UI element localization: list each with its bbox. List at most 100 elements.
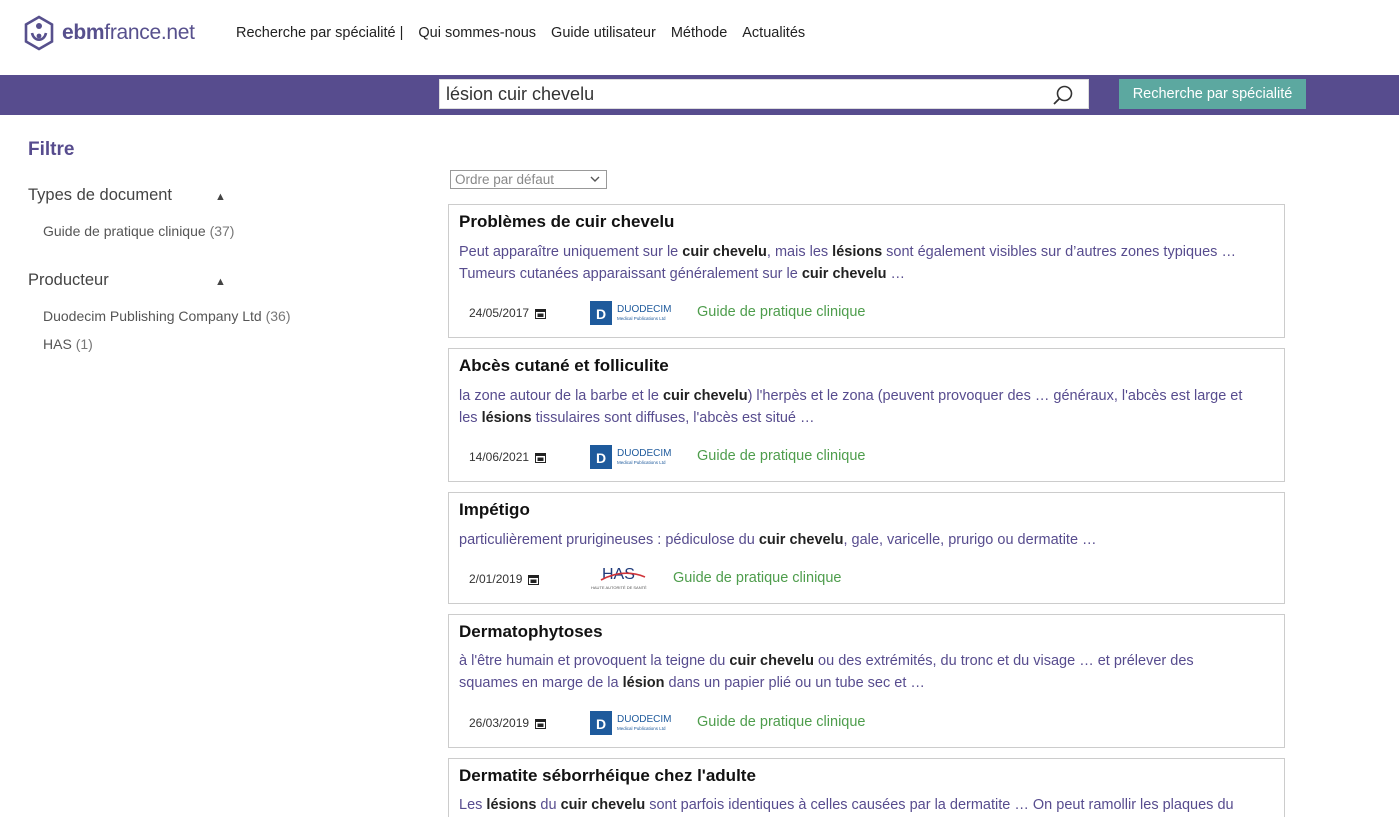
nav-actualites[interactable]: Actualités — [742, 25, 805, 41]
result-snippet: Peut apparaître uniquement sur le cuir c… — [459, 241, 1269, 285]
snippet-highlight: cuir chevelu — [560, 797, 646, 813]
date-text: 14/06/2021 — [469, 450, 530, 464]
producer-name: DUODECIM — [617, 304, 671, 315]
snippet-line: Tumeurs cutanées apparaissant généraleme… — [459, 263, 1269, 285]
facet-item-count: (36) — [265, 308, 291, 324]
snippet-text: Tumeurs cutanées apparaissant généraleme… — [459, 266, 802, 282]
calendar-icon — [528, 574, 540, 585]
has-logo: HAS HAUTE AUTORITÉ DE SANTÉ — [591, 566, 647, 590]
nav-qui-sommes-nous[interactable]: Qui sommes-nous — [418, 25, 536, 41]
snippet-line: la zone autour de la barbe et le cuir ch… — [459, 385, 1269, 407]
chevron-up-icon[interactable]: ▲ — [215, 191, 226, 203]
facet-item-label: Guide de pratique clinique — [43, 223, 206, 239]
date-text: 26/03/2019 — [469, 716, 530, 730]
snippet-highlight: cuir chevelu — [682, 244, 767, 260]
snippet-text: ) l'herpès et le zona (peuvent provoquer… — [747, 388, 1243, 404]
result-date: 14/06/2021 — [469, 450, 547, 464]
facet-title-producer[interactable]: Producteur — [28, 271, 109, 290]
snippet-line: particulièrement prurigineuses : pédicul… — [459, 529, 1269, 551]
svg-text:D: D — [596, 306, 606, 322]
result-snippet: Les lésions du cuir chevelu sont parfois… — [459, 794, 1269, 816]
snippet-text: du — [536, 797, 561, 813]
snippet-text: dans un papier plié ou un tube sec et … — [664, 675, 925, 691]
result-title[interactable]: Problèmes de cuir chevelu — [459, 212, 674, 232]
facet-item-guide-pratique[interactable]: Guide de pratique clinique (37) — [43, 223, 234, 239]
result-doc-type[interactable]: Guide de pratique clinique — [673, 570, 841, 586]
snippet-text: … — [886, 266, 905, 282]
facet-item-label: Duodecim Publishing Company Ltd — [43, 308, 262, 324]
filter-title: Filtre — [28, 139, 75, 160]
date-text: 2/01/2019 — [469, 572, 523, 586]
snippet-text: , mais les — [766, 244, 833, 260]
facet-item-has[interactable]: HAS (1) — [43, 336, 93, 352]
logo-text: ebmfrance.net — [62, 21, 195, 44]
duodecim-logo: D DUODECIM Medical Publications Ltd — [590, 711, 671, 735]
result-title[interactable]: Dermatite séborrhéique chez l'adulte — [459, 766, 756, 786]
snippet-text: squames en marge de la — [459, 675, 623, 691]
result-card[interactable]: Impétigo particulièrement prurigineuses … — [448, 492, 1285, 604]
specialty-search-button[interactable]: Recherche par spécialité — [1119, 79, 1306, 109]
top-header: ebmfrance.net Recherche par spécialité |… — [0, 0, 1399, 75]
nav-recherche-specialite[interactable]: Recherche par spécialité | — [236, 25, 403, 41]
snippet-text: ou des extrémités, du tronc et du visage… — [814, 653, 1194, 669]
result-snippet: à l'être humain et provoquent la teigne … — [459, 650, 1269, 694]
search-icon[interactable] — [1052, 84, 1074, 106]
snippet-text: tissulaires sont diffuses, l'abcès est s… — [531, 410, 815, 426]
snippet-text: à l'être humain et provoquent la teigne … — [459, 653, 730, 669]
snippet-text: les — [459, 410, 482, 426]
result-doc-type[interactable]: Guide de pratique clinique — [697, 304, 865, 320]
snippet-highlight: cuir chevelu — [662, 388, 748, 404]
nav-guide-utilisateur[interactable]: Guide utilisateur — [551, 25, 656, 41]
calendar-icon — [535, 308, 547, 319]
result-card[interactable]: Abcès cutané et folliculite la zone auto… — [448, 348, 1285, 482]
nav-methode[interactable]: Méthode — [671, 25, 727, 41]
snippet-text: sont parfois identiques à celles causées… — [645, 797, 1234, 813]
result-snippet: la zone autour de la barbe et le cuir ch… — [459, 385, 1269, 429]
main-nav: Recherche par spécialité | Qui sommes-no… — [236, 25, 820, 41]
producer-sub: HAUTE AUTORITÉ DE SANTÉ — [591, 585, 647, 590]
result-title[interactable]: Abcès cutané et folliculite — [459, 356, 669, 376]
snippet-highlight: lésions — [832, 244, 883, 260]
result-snippet: particulièrement prurigineuses : pédicul… — [459, 529, 1269, 551]
snippet-highlight: lésions — [481, 410, 532, 426]
result-title[interactable]: Impétigo — [459, 500, 530, 520]
chevron-up-icon[interactable]: ▲ — [215, 276, 226, 288]
result-title[interactable]: Dermatophytoses — [459, 622, 603, 642]
result-card[interactable]: Problèmes de cuir chevelu Peut apparaîtr… — [448, 204, 1285, 338]
search-input[interactable] — [440, 80, 1030, 108]
result-card[interactable]: Dermatophytoses à l'être humain et provo… — [448, 614, 1285, 748]
snippet-text: sont également visibles sur d’autres zon… — [882, 244, 1236, 260]
snippet-text: Peut apparaître uniquement sur le — [459, 244, 683, 260]
snippet-text: Les — [459, 797, 487, 813]
facet-item-count: (37) — [209, 223, 235, 239]
snippet-line: Les lésions du cuir chevelu sont parfois… — [459, 794, 1269, 816]
producer-name: DUODECIM — [617, 714, 671, 725]
result-doc-type[interactable]: Guide de pratique clinique — [697, 448, 865, 464]
sort-select[interactable]: Ordre par défaut — [450, 170, 607, 189]
producer-sub: Medical Publications Ltd — [617, 460, 666, 465]
producer-name: DUODECIM — [617, 448, 671, 459]
snippet-highlight: cuir chevelu — [801, 266, 887, 282]
sort-selected-value: Ordre par défaut — [455, 172, 555, 187]
result-date: 26/03/2019 — [469, 716, 547, 730]
logo-mark-icon — [24, 15, 54, 51]
snippet-highlight: lésion — [622, 675, 665, 691]
site-logo[interactable]: ebmfrance.net — [24, 15, 195, 51]
snippet-line: Peut apparaître uniquement sur le cuir c… — [459, 241, 1269, 263]
result-date: 24/05/2017 — [469, 306, 547, 320]
calendar-icon — [535, 452, 547, 463]
result-card[interactable]: Dermatite séborrhéique chez l'adulte Les… — [448, 758, 1285, 817]
facet-title-document-types[interactable]: Types de document — [28, 186, 172, 205]
result-doc-type[interactable]: Guide de pratique clinique — [697, 714, 865, 730]
facet-item-duodecim[interactable]: Duodecim Publishing Company Ltd (36) — [43, 308, 290, 324]
snippet-text: particulièrement prurigineuses : pédicul… — [459, 532, 759, 548]
snippet-highlight: cuir chevelu — [729, 653, 815, 669]
snippet-highlight: cuir chevelu — [758, 532, 844, 548]
snippet-text: la zone autour de la barbe et le — [459, 388, 663, 404]
duodecim-logo: D DUODECIM Medical Publications Ltd — [590, 301, 671, 325]
result-date: 2/01/2019 — [469, 572, 540, 586]
producer-sub: Medical Publications Ltd — [617, 726, 666, 731]
svg-text:D: D — [596, 450, 606, 466]
svg-text:D: D — [596, 716, 606, 732]
snippet-line: à l'être humain et provoquent la teigne … — [459, 650, 1269, 672]
